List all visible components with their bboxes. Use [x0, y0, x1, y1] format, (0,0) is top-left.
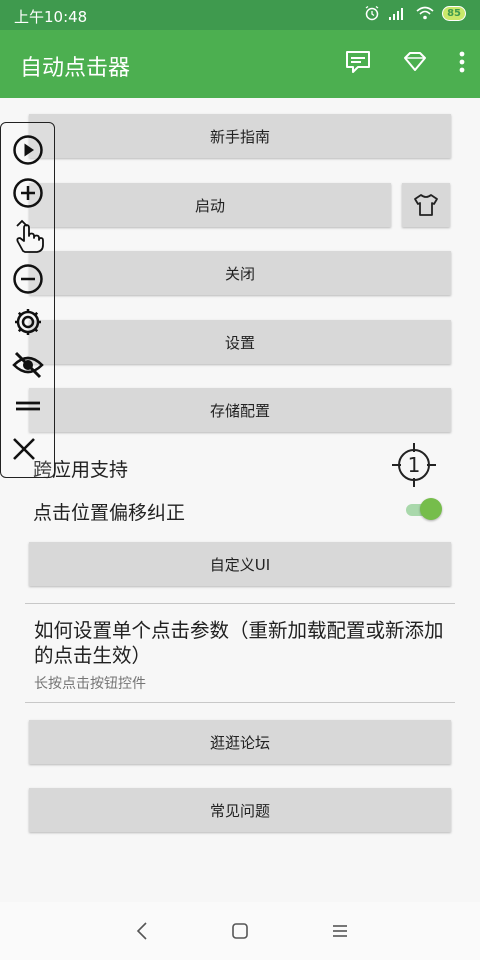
offset-correction-label: 点击位置偏移纠正 [33, 502, 186, 524]
status-icons: 85 [364, 5, 466, 21]
faq-button[interactable]: 常见问题 [29, 788, 451, 832]
alarm-icon [365, 5, 379, 21]
close-icon [13, 438, 35, 460]
signal-icon [389, 8, 404, 20]
diamond-icon[interactable] [402, 49, 428, 75]
info-title[interactable]: 如何设置单个点击参数（重新加载配置或新添加的点击生效） [34, 618, 454, 668]
divider [25, 702, 455, 703]
hide-button[interactable] [11, 348, 45, 382]
drag-handle[interactable] [11, 389, 45, 423]
close-button[interactable]: 关闭 [29, 251, 451, 295]
app-bar: 自动点击器 [0, 30, 480, 98]
app-title: 自动点击器 [20, 56, 131, 81]
play-icon [13, 135, 43, 165]
minus-circle-icon [13, 264, 43, 294]
status-time: 上午10:48 [14, 8, 88, 26]
info-subtitle: 长按点击按钮控件 [34, 676, 146, 692]
forum-button[interactable]: 逛逛论坛 [29, 720, 451, 764]
shirt-icon [414, 194, 438, 216]
swipe-button[interactable] [11, 219, 45, 253]
crosshair-target-icon[interactable]: 1 [390, 441, 438, 489]
home-icon[interactable] [231, 920, 249, 942]
divider [25, 603, 455, 604]
app-actions [344, 48, 466, 76]
plus-circle-icon [13, 178, 43, 208]
guide-button[interactable]: 新手指南 [29, 114, 451, 158]
start-button[interactable]: 启动 [29, 183, 391, 227]
eye-off-icon [12, 351, 44, 379]
more-options-icon[interactable] [458, 50, 466, 74]
feedback-icon[interactable] [344, 48, 372, 76]
floating-control-panel[interactable] [0, 122, 55, 478]
swipe-hand-icon [16, 219, 44, 253]
play-button[interactable] [11, 133, 45, 167]
toggle-thumb [420, 498, 442, 520]
panel-settings-button[interactable] [11, 305, 45, 339]
offset-correction-toggle[interactable] [402, 498, 442, 520]
gear-icon [15, 309, 41, 335]
back-icon[interactable] [134, 920, 150, 942]
wifi-icon [416, 6, 434, 20]
status-bar: 上午10:48 85 [0, 0, 480, 30]
remove-point-button[interactable] [11, 262, 45, 296]
crosshair-badge: 1 [408, 453, 421, 477]
battery-indicator: 85 [442, 5, 466, 21]
system-nav-bar [0, 902, 480, 960]
drag-handle-icon [16, 401, 40, 411]
panel-close-button[interactable] [7, 432, 41, 466]
theme-button[interactable] [402, 183, 450, 227]
menu-icon[interactable] [331, 920, 349, 942]
custom-ui-button[interactable]: 自定义UI [29, 542, 451, 586]
settings-button[interactable]: 设置 [29, 320, 451, 364]
store-config-button[interactable]: 存储配置 [29, 388, 451, 432]
add-point-button[interactable] [11, 176, 45, 210]
